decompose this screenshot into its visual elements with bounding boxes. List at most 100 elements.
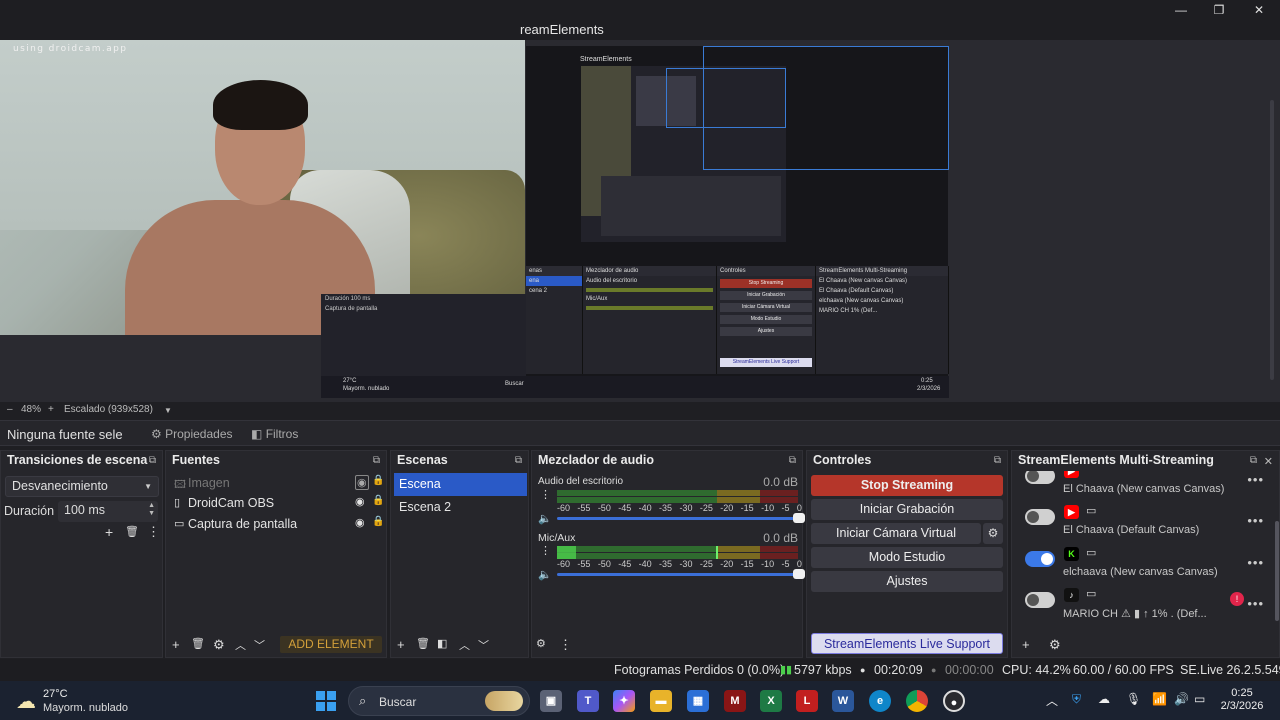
more-options-icon[interactable]: ••• [1247, 596, 1264, 611]
advanced-audio-icon[interactable]: ⚙ [536, 637, 546, 650]
remove-source-icon[interactable]: 🗑 [191, 637, 205, 650]
transition-select[interactable]: Desvanecimiento ▼ [5, 476, 159, 497]
dock-float-icon[interactable]: ⧉ [994, 455, 1001, 466]
warning-icon[interactable]: ! [1230, 592, 1244, 606]
volume-slider[interactable] [557, 517, 797, 520]
remove-transition-icon[interactable]: 🗑 [125, 525, 139, 538]
weather-temperature[interactable]: 27°C [43, 688, 68, 700]
destination-toggle[interactable] [1025, 509, 1055, 525]
dock-float-icon[interactable]: ⧉ [373, 455, 380, 466]
task-view-icon[interactable]: ▣ [540, 690, 562, 712]
eye-icon[interactable]: ◉ [355, 475, 369, 490]
preview-canvas[interactable]: using droidcam.app StreamElements Duraci… [0, 40, 1280, 412]
zoom-out-button[interactable]: – [7, 404, 13, 415]
scene-item-escena[interactable]: Escena [394, 473, 527, 496]
source-settings-icon[interactable]: ⚙ [213, 637, 225, 653]
wifi-icon[interactable]: 📶 [1152, 692, 1167, 706]
volume-slider-handle[interactable] [793, 513, 805, 523]
channel-menu-icon[interactable]: ⋮ [540, 544, 551, 557]
zoom-in-button[interactable]: + [48, 404, 54, 415]
close-icon[interactable]: ✕ [1264, 455, 1273, 468]
add-destination-icon[interactable]: + [1022, 637, 1030, 652]
preview-vertical-scrollbar[interactable] [1270, 100, 1274, 380]
taskbar-clock[interactable]: 0:25 2/3/2026 [1218, 687, 1266, 713]
dock-float-icon[interactable]: ⧉ [789, 455, 796, 466]
scene-item-escena-2[interactable]: Escena 2 [394, 496, 527, 519]
weather-cloud-icon[interactable]: ☁ [16, 689, 36, 714]
battery-icon[interactable]: ▭ [1194, 692, 1205, 706]
multistream-scrollbar[interactable] [1275, 521, 1279, 621]
destination-toggle[interactable] [1025, 551, 1055, 567]
lock-icon[interactable]: 🔒 [372, 516, 384, 527]
start-recording-button[interactable]: Iniciar Grabación [811, 499, 1003, 520]
mcafee-icon[interactable]: M [724, 690, 746, 712]
live-support-button[interactable]: StreamElements Live Support [811, 633, 1003, 654]
virtual-camera-settings-button[interactable]: ⚙ [983, 523, 1003, 544]
scene-filter-icon[interactable]: ◧ [437, 637, 447, 650]
filters-button[interactable]: ◧ Filtros [251, 425, 298, 443]
word-icon[interactable]: W [832, 690, 854, 712]
studio-mode-button[interactable]: Modo Estudio [811, 547, 1003, 568]
speaker-icon[interactable]: 🔈 [538, 568, 552, 581]
move-up-icon[interactable]: ︿ [235, 637, 246, 653]
tray-overflow-icon[interactable]: ︿ [1046, 692, 1058, 709]
transition-menu-icon[interactable]: ⋮ [147, 524, 160, 540]
source-item-screen-capture[interactable]: ▭ Captura de pantalla ◉ 🔒 [172, 515, 386, 535]
webcam-source[interactable]: using droidcam.app [0, 40, 525, 335]
destination-toggle[interactable] [1025, 592, 1055, 608]
close-button[interactable]: ✕ [1241, 3, 1277, 17]
settings-button[interactable]: Ajustes [811, 571, 1003, 592]
file-explorer-icon[interactable]: ▬ [650, 690, 672, 712]
defender-icon[interactable]: ⛨ [1072, 692, 1081, 707]
dock-float-icon[interactable]: ⧉ [149, 455, 156, 466]
dock-float-icon[interactable]: ⧉ [515, 455, 522, 466]
virtual-camera-button[interactable]: Iniciar Cámara Virtual [811, 523, 981, 544]
minimize-button[interactable]: — [1163, 3, 1199, 17]
onedrive-icon[interactable]: ☁ [1098, 692, 1110, 706]
store-icon[interactable]: ▦ [687, 690, 709, 712]
maximize-button[interactable]: ❐ [1201, 3, 1237, 17]
properties-button[interactable]: ⚙ Propiedades [151, 425, 233, 443]
move-down-icon[interactable]: ﹀ [254, 637, 265, 653]
eye-icon[interactable]: ◉ [355, 495, 365, 508]
dock-float-icon[interactable]: ⧉ [1250, 455, 1257, 466]
multistream-settings-icon[interactable]: ⚙ [1049, 637, 1061, 653]
add-transition-icon[interactable]: + [105, 524, 113, 540]
more-options-icon[interactable]: ••• [1247, 472, 1264, 487]
more-options-icon[interactable]: ••• [1247, 513, 1264, 528]
duration-input[interactable]: 100 ms ▲ ▼ [58, 501, 158, 522]
lock-icon[interactable]: 🔒 [372, 495, 384, 506]
spinner-icon[interactable]: ▲ ▼ [148, 502, 155, 518]
taskbar-search[interactable]: ⌕ Buscar [348, 686, 530, 716]
add-scene-icon[interactable]: + [397, 637, 405, 652]
add-element-button[interactable]: ADD ELEMENT [280, 636, 382, 653]
channel-menu-icon[interactable]: ⋮ [540, 488, 551, 501]
destination-toggle[interactable] [1025, 471, 1055, 484]
obs-icon[interactable]: ● [943, 690, 965, 712]
lock-icon[interactable]: 🔒 [372, 475, 384, 486]
chrome-icon[interactable] [906, 690, 928, 712]
more-options-icon[interactable]: ••• [1247, 555, 1264, 570]
windows-start-icon[interactable] [316, 691, 336, 711]
mixer-menu-icon[interactable]: ⋮ [559, 637, 572, 653]
volume-slider[interactable] [557, 573, 797, 576]
weather-condition[interactable]: Mayorm. nublado [43, 702, 128, 714]
scaling-dropdown-icon[interactable]: ▼ [164, 406, 172, 415]
speaker-icon[interactable]: 🔈 [538, 512, 552, 525]
move-up-icon[interactable]: ︿ [459, 637, 470, 653]
excel-icon[interactable]: X [760, 690, 782, 712]
remove-scene-icon[interactable]: 🗑 [416, 637, 430, 650]
source-item-image[interactable]: 🖾 Imagen ◉ 🔒 [172, 474, 386, 494]
app-l-icon[interactable]: L [796, 690, 818, 712]
eye-icon[interactable]: ◉ [355, 516, 365, 529]
add-source-icon[interactable]: + [172, 637, 180, 652]
copilot-icon[interactable]: ✦ [613, 690, 635, 712]
microphone-icon[interactable]: 🎙 [1126, 692, 1141, 706]
stop-streaming-button[interactable]: Stop Streaming [811, 475, 1003, 496]
edge-icon[interactable]: e [869, 690, 891, 712]
volume-icon[interactable]: 🔊 [1174, 692, 1189, 706]
volume-slider-handle[interactable] [793, 569, 805, 579]
source-item-droidcam[interactable]: ▯ DroidCam OBS ◉ 🔒 [172, 494, 386, 514]
move-down-icon[interactable]: ﹀ [478, 637, 489, 653]
teams-icon[interactable]: T [577, 690, 599, 712]
